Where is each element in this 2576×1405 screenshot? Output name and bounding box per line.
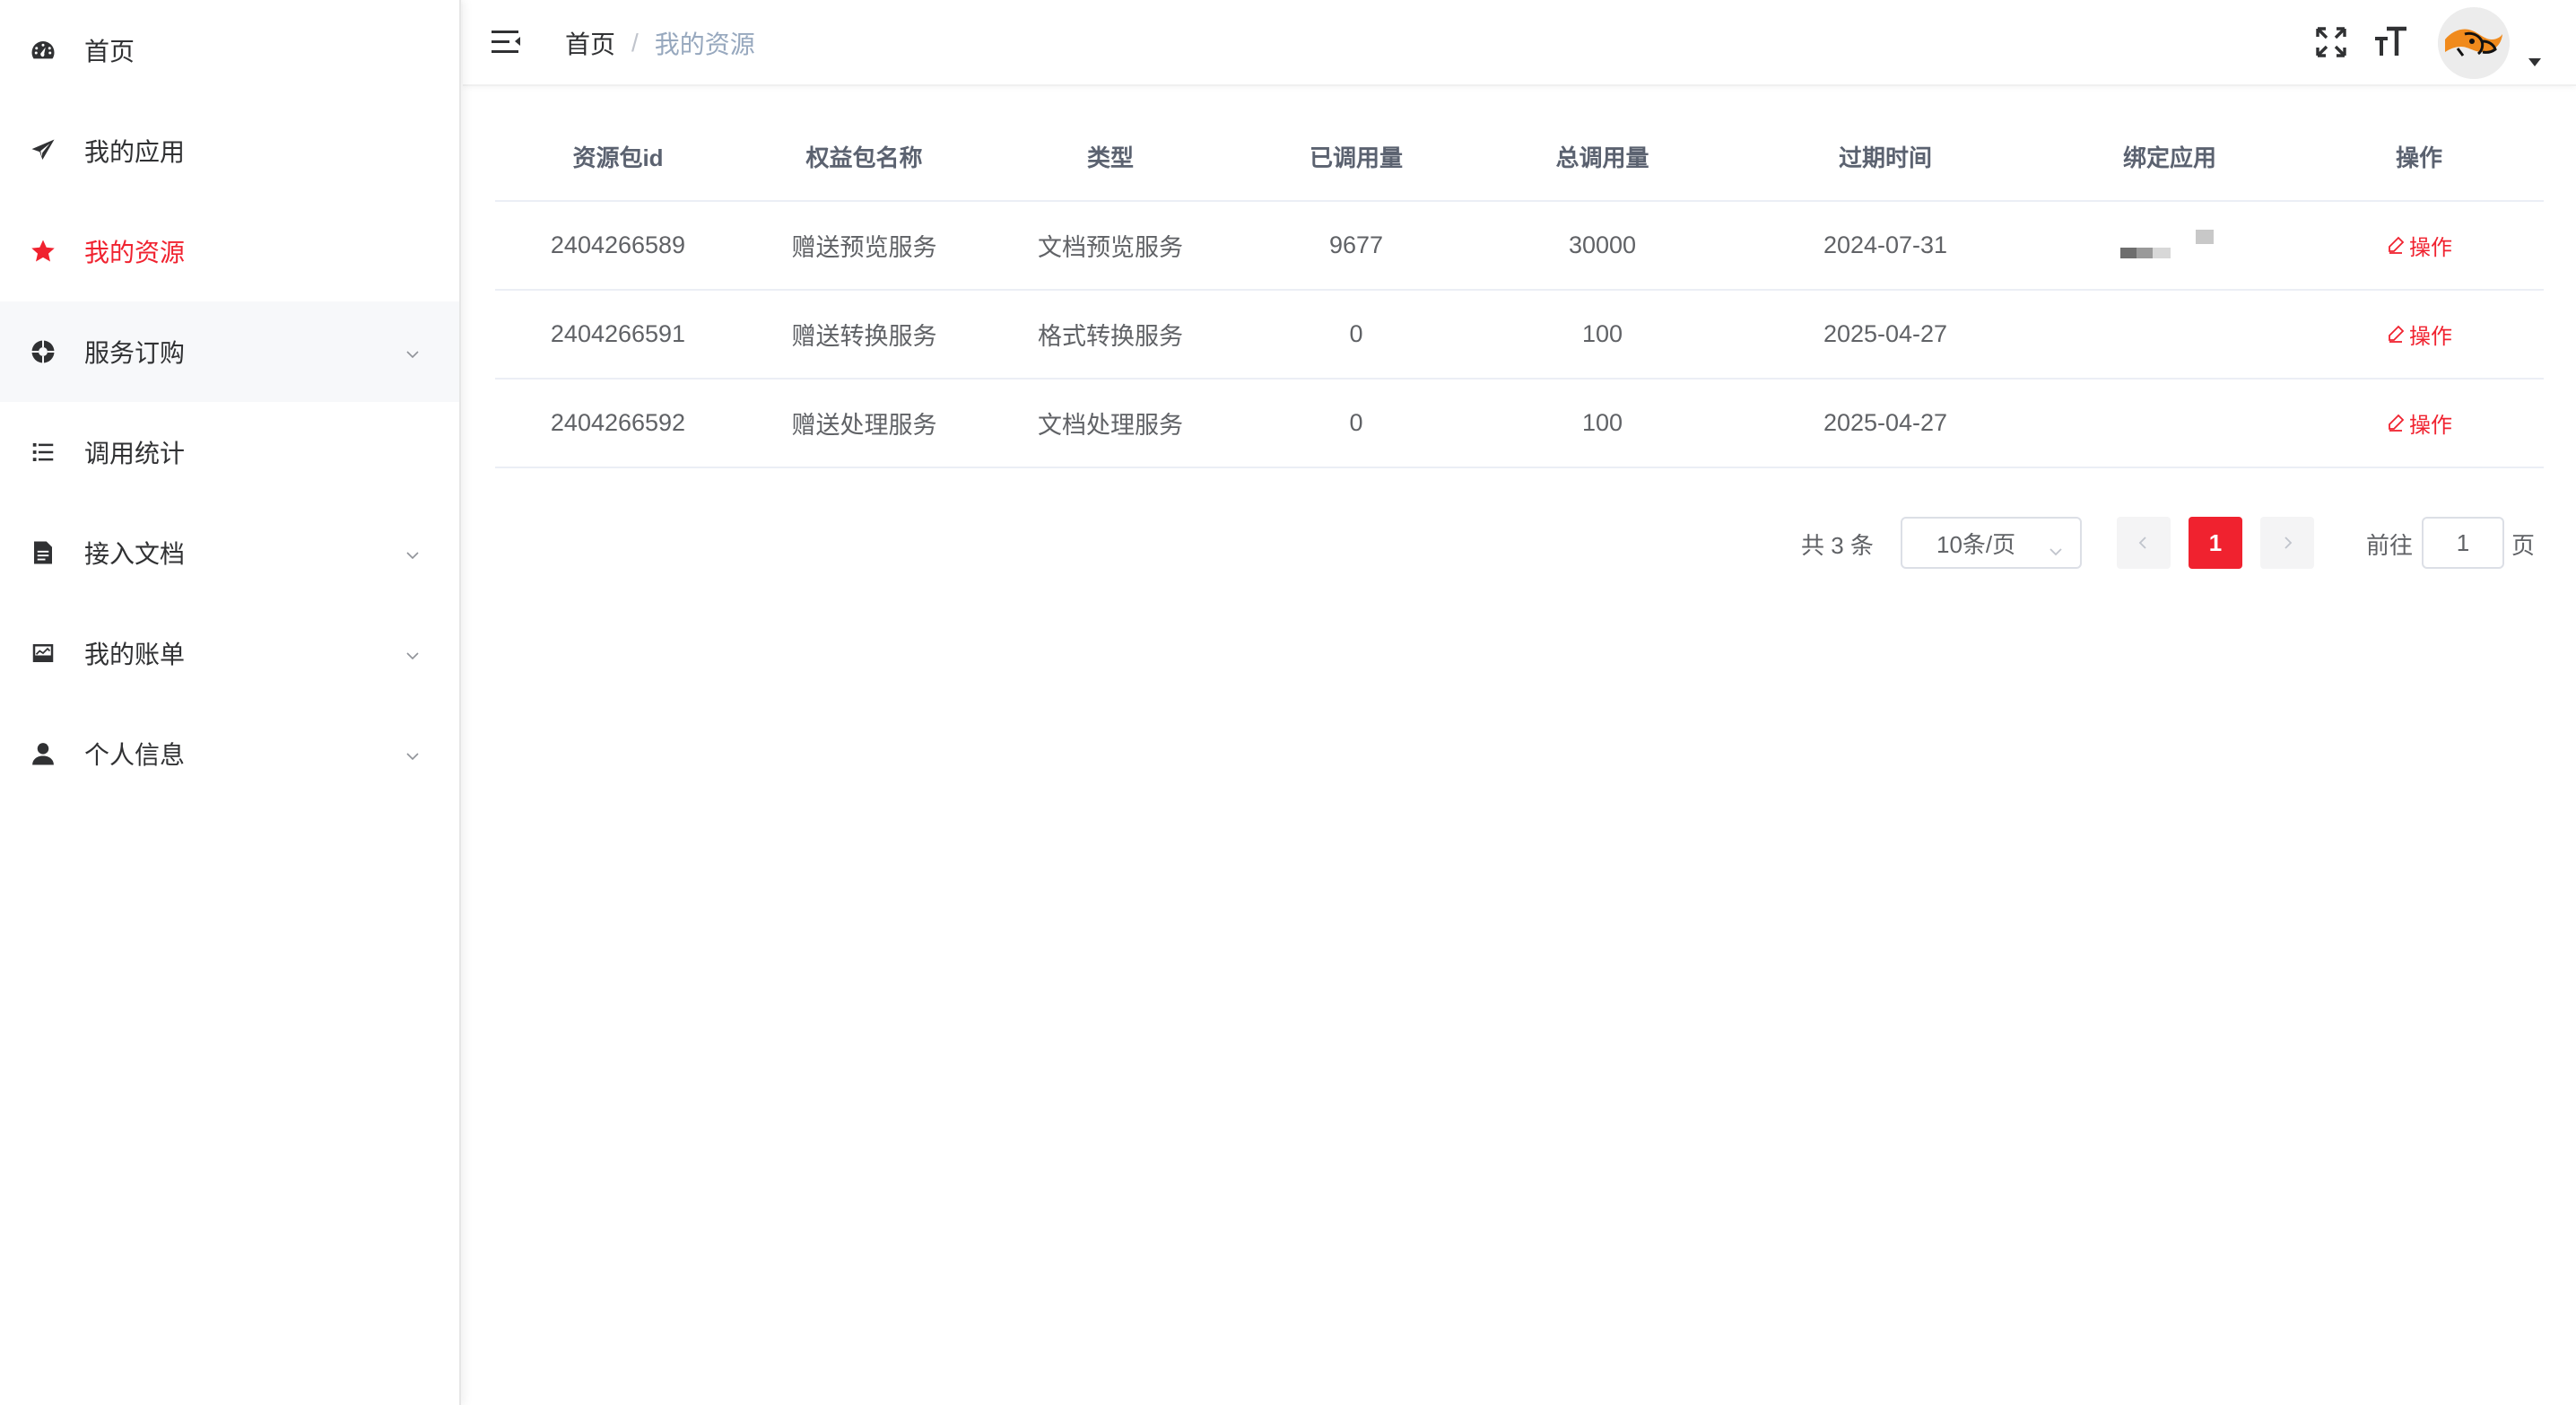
chevron-down-icon bbox=[2048, 537, 2064, 556]
goto-page-input[interactable] bbox=[2422, 517, 2504, 569]
hamburger-icon[interactable] bbox=[490, 25, 524, 59]
sidebar: 首页 我的应用 我的资源 服务订购 调用统计 接入文档 我的账单 个人信息 bbox=[0, 0, 461, 1405]
action-label: 操作 bbox=[2409, 413, 2452, 438]
dashboard-icon bbox=[29, 36, 57, 65]
breadcrumb: 首页 / 我的资源 bbox=[565, 25, 755, 61]
cell-used: 0 bbox=[1233, 290, 1479, 380]
bill-icon bbox=[29, 639, 57, 668]
cell-type: 文档预览服务 bbox=[988, 201, 1233, 291]
page-number-current[interactable]: 1 bbox=[2189, 517, 2242, 569]
cell-expire: 2025-04-27 bbox=[1726, 379, 2045, 468]
caret-down-icon[interactable] bbox=[2526, 56, 2544, 68]
sidebar-item-label: 调用统计 bbox=[84, 440, 186, 467]
goto-suffix: 页 bbox=[2511, 532, 2536, 559]
table-row: 2404266592 赠送处理服务 文档处理服务 0 100 2025-04-2… bbox=[495, 379, 2544, 468]
font-size-icon[interactable] bbox=[2371, 23, 2409, 61]
cell-action: 操作 bbox=[2294, 379, 2544, 468]
sidebar-item-service-order[interactable]: 服务订购 bbox=[0, 301, 459, 402]
column-header: 绑定应用 bbox=[2045, 113, 2294, 202]
cell-bound-app bbox=[2045, 379, 2294, 468]
cell-package-name: 赠送预览服务 bbox=[741, 201, 988, 291]
cell-total: 30000 bbox=[1479, 201, 1726, 291]
sidebar-item-label: 接入文档 bbox=[84, 540, 186, 568]
chevron-down-icon bbox=[404, 642, 422, 660]
sidebar-item-label: 个人信息 bbox=[84, 741, 186, 769]
action-link[interactable]: 操作 bbox=[2386, 407, 2452, 439]
app-root: 首页 我的应用 我的资源 服务订购 调用统计 接入文档 我的账单 个人信息 首页… bbox=[0, 0, 2576, 1405]
breadcrumb-current: 我的资源 bbox=[654, 31, 755, 58]
sidebar-item-profile[interactable]: 个人信息 bbox=[0, 703, 459, 804]
column-header: 已调用量 bbox=[1233, 113, 1479, 202]
goto-label: 前往 bbox=[2366, 532, 2414, 559]
action-link[interactable]: 操作 bbox=[2386, 319, 2452, 350]
cell-type: 文档处理服务 bbox=[988, 379, 1233, 468]
cell-used: 0 bbox=[1233, 379, 1479, 468]
sidebar-item-home[interactable]: 首页 bbox=[0, 0, 459, 100]
user-icon bbox=[29, 739, 57, 768]
edit-icon bbox=[2389, 414, 2405, 432]
top-navbar: 首页 / 我的资源 bbox=[463, 0, 2576, 86]
chevron-left-icon bbox=[2138, 537, 2146, 549]
sidebar-item-label: 我的账单 bbox=[84, 641, 186, 668]
column-header: 总调用量 bbox=[1479, 113, 1726, 202]
cell-total: 100 bbox=[1479, 290, 1726, 380]
sidebar-item-label: 我的资源 bbox=[84, 239, 186, 266]
breadcrumb-home[interactable]: 首页 bbox=[565, 25, 615, 61]
prev-page-button[interactable] bbox=[2117, 517, 2171, 569]
sidebar-item-docs[interactable]: 接入文档 bbox=[0, 502, 459, 603]
cell-used: 9677 bbox=[1233, 201, 1479, 291]
document-icon bbox=[29, 538, 57, 567]
column-header: 类型 bbox=[988, 113, 1233, 202]
fullscreen-icon[interactable] bbox=[2312, 23, 2350, 61]
cell-resource-id: 2404266592 bbox=[495, 379, 741, 468]
resource-table: 资源包id 权益包名称 类型 已调用量 总调用量 过期时间 绑定应用 操作 24… bbox=[495, 113, 2544, 468]
sidebar-item-bills[interactable]: 我的账单 bbox=[0, 603, 459, 703]
cell-total: 100 bbox=[1479, 379, 1726, 468]
cell-type: 格式转换服务 bbox=[988, 290, 1233, 380]
page-size-value: 10条/页 bbox=[1936, 530, 2016, 558]
next-page-button[interactable] bbox=[2260, 517, 2314, 569]
cell-action: 操作 bbox=[2294, 290, 2544, 380]
cell-resource-id: 2404266589 bbox=[495, 201, 741, 291]
list-icon bbox=[29, 438, 57, 467]
cell-bound-app bbox=[2045, 290, 2294, 380]
pagination-total: 共 3 条 bbox=[1801, 532, 1874, 559]
cell-package-name: 赠送处理服务 bbox=[741, 379, 988, 468]
column-header: 资源包id bbox=[495, 113, 741, 202]
chevron-down-icon bbox=[404, 341, 422, 359]
cell-expire: 2025-04-27 bbox=[1726, 290, 2045, 380]
chevron-down-icon bbox=[404, 743, 422, 761]
edit-icon bbox=[2389, 325, 2405, 344]
paper-plane-icon bbox=[29, 136, 57, 165]
sidebar-item-my-apps[interactable]: 我的应用 bbox=[0, 100, 459, 201]
chevron-down-icon bbox=[404, 542, 422, 560]
cell-action: 操作 bbox=[2294, 201, 2544, 291]
edit-icon bbox=[2389, 236, 2405, 255]
sidebar-item-label: 首页 bbox=[84, 38, 135, 65]
sidebar-item-call-stats[interactable]: 调用统计 bbox=[0, 402, 459, 502]
sidebar-item-label: 服务订购 bbox=[84, 339, 186, 367]
breadcrumb-separator: / bbox=[631, 29, 639, 57]
cell-bound-app bbox=[2045, 201, 2294, 291]
table-row: 2404266591 赠送转换服务 格式转换服务 0 100 2025-04-2… bbox=[495, 290, 2544, 380]
action-link[interactable]: 操作 bbox=[2386, 230, 2452, 261]
star-icon bbox=[29, 237, 57, 266]
cell-expire: 2024-07-31 bbox=[1726, 201, 2045, 291]
page-size-select[interactable]: 10条/页 bbox=[1901, 517, 2082, 569]
redacted-app-name bbox=[2120, 228, 2219, 264]
action-label: 操作 bbox=[2409, 324, 2452, 349]
sidebar-item-label: 我的应用 bbox=[84, 138, 186, 166]
column-header: 权益包名称 bbox=[741, 113, 988, 202]
sidebar-item-my-resources[interactable]: 我的资源 bbox=[0, 201, 459, 301]
cell-package-name: 赠送转换服务 bbox=[741, 290, 988, 380]
cell-resource-id: 2404266591 bbox=[495, 290, 741, 380]
avatar[interactable] bbox=[2438, 7, 2510, 79]
column-header: 操作 bbox=[2294, 113, 2544, 202]
aperture-icon bbox=[29, 337, 57, 366]
column-header: 过期时间 bbox=[1726, 113, 2045, 202]
table-row: 2404266589 赠送预览服务 文档预览服务 9677 30000 2024… bbox=[495, 201, 2544, 291]
action-label: 操作 bbox=[2409, 235, 2452, 260]
table-header-row: 资源包id 权益包名称 类型 已调用量 总调用量 过期时间 绑定应用 操作 bbox=[495, 113, 2544, 202]
chevron-right-icon bbox=[2284, 537, 2293, 549]
